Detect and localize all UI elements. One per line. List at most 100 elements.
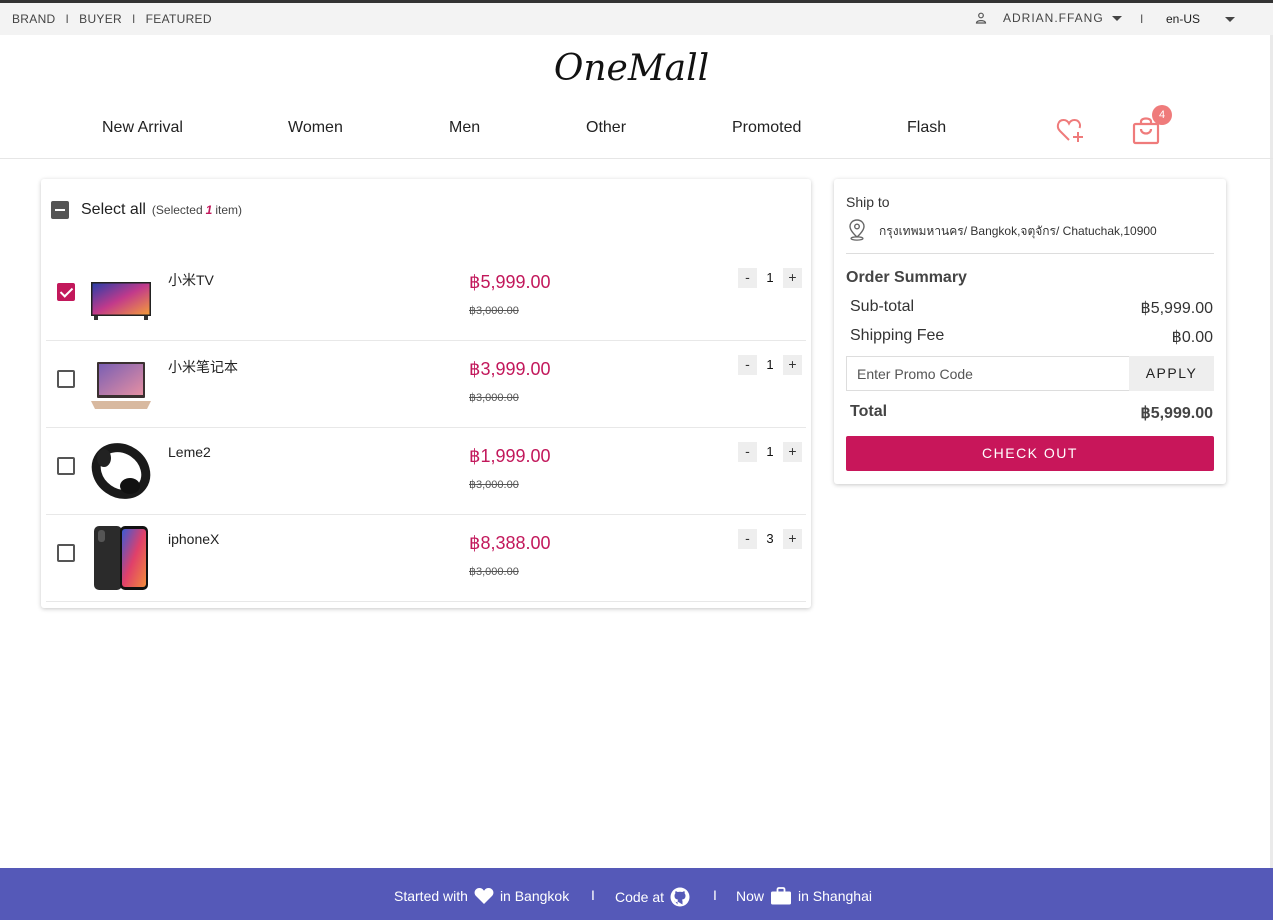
quantity-stepper: - 1 +: [738, 442, 802, 462]
selected-suffix: item): [215, 203, 242, 217]
user-menu[interactable]: ADRIAN.FFANG: [975, 11, 1122, 25]
subtotal-label: Sub-total: [850, 298, 915, 315]
selected-prefix: (Selected: [151, 203, 203, 217]
laptop-thumbnail: [91, 362, 151, 409]
site-logo[interactable]: OneMall: [0, 48, 1263, 89]
item-checkbox[interactable]: [57, 370, 75, 388]
item-name[interactable]: 小米TV: [168, 270, 214, 290]
quantity-value[interactable]: 1: [757, 268, 783, 288]
top-link-separator: I: [65, 12, 70, 26]
checkout-button[interactable]: CHECK OUT: [846, 436, 1214, 471]
footer-started-text: Started with: [394, 888, 468, 904]
footer-separator: I: [713, 887, 717, 903]
decrement-button[interactable]: -: [738, 268, 757, 288]
quantity-stepper: - 1 +: [738, 355, 802, 375]
select-all-row: Select all (Selected 1 item): [51, 201, 242, 219]
featured-link[interactable]: FEATURED: [146, 12, 212, 26]
footer-started: Started with in Bangkok: [394, 887, 569, 905]
nav-men[interactable]: Men: [449, 119, 480, 137]
footer-now-text: Now: [736, 888, 765, 904]
summary-divider: [846, 253, 1214, 254]
ship-to-label: Ship to: [846, 194, 890, 210]
header-divider: [0, 158, 1273, 159]
shipping-fee-value: ฿0.00: [1171, 329, 1213, 346]
item-checkbox[interactable]: [57, 544, 75, 562]
nav-flash[interactable]: Flash: [907, 119, 946, 137]
briefcase-icon: [771, 887, 792, 905]
order-summary-panel: Ship to กรุงเทพมหานคร/ Bangkok,จตุจักร/ …: [834, 179, 1226, 484]
item-price: ฿8,388.00: [469, 533, 551, 553]
heart-plus-icon[interactable]: [1055, 115, 1085, 145]
user-icon: [975, 12, 987, 24]
top-bar: BRAND I BUYER I FEATURED ADRIAN.FFANG I …: [0, 0, 1273, 35]
cart-item: 小米笔记本 ฿3,999.00 ฿3,000.00 - 1 +: [46, 341, 806, 428]
item-old-price: ฿3,000.00: [469, 305, 519, 317]
decrement-button[interactable]: -: [738, 442, 757, 462]
total-value: ฿5,999.00: [1140, 405, 1213, 422]
language-select[interactable]: en-US: [1166, 12, 1200, 26]
item-name[interactable]: iphoneX: [168, 531, 219, 547]
nav-other[interactable]: Other: [586, 119, 626, 137]
shipping-address[interactable]: กรุงเทพมหานคร/ Bangkok,จตุจักร/ Chatucha…: [879, 222, 1157, 241]
heart-icon: [474, 888, 494, 904]
quantity-value[interactable]: 1: [757, 442, 783, 462]
footer-code-text: Code at: [615, 889, 665, 905]
phone-thumbnail: [94, 526, 148, 590]
promo-code-row: APPLY: [846, 356, 1214, 391]
chevron-down-icon: [1111, 15, 1122, 21]
item-old-price: ฿3,000.00: [469, 566, 519, 578]
increment-button[interactable]: +: [783, 268, 802, 288]
footer-shanghai-text: in Shanghai: [798, 888, 872, 904]
shipping-fee-label: Shipping Fee: [850, 327, 945, 344]
cart-panel: Select all (Selected 1 item) 小米TV ฿5,999.0…: [41, 179, 811, 608]
quantity-stepper: - 1 +: [738, 268, 802, 288]
selected-count: 1: [205, 203, 213, 217]
headphones-thumbnail: [91, 443, 151, 499]
cart-item: Leme2 ฿1,999.00 ฿3,000.00 - 1 +: [46, 428, 806, 515]
apply-promo-button[interactable]: APPLY: [1129, 356, 1214, 391]
top-links: BRAND I BUYER I FEATURED: [12, 12, 212, 26]
order-summary-title: Order Summary: [846, 269, 967, 286]
chevron-down-icon[interactable]: [1225, 17, 1235, 22]
quantity-value[interactable]: 3: [757, 529, 783, 549]
cart-item: 小米TV ฿5,999.00 ฿3,000.00 - 1 +: [46, 254, 806, 341]
decrement-button[interactable]: -: [738, 355, 757, 375]
footer-now: Now in Shanghai: [736, 887, 872, 905]
item-checkbox[interactable]: [57, 457, 75, 475]
selected-count-text: (Selected 1 item): [152, 203, 242, 217]
location-pin-icon: [849, 219, 865, 241]
decrement-button[interactable]: -: [738, 529, 757, 549]
cart-item: iphoneX ฿8,388.00 ฿3,000.00 - 3 +: [46, 515, 806, 602]
top-link-separator: I: [132, 12, 136, 26]
item-old-price: ฿3,000.00: [469, 479, 519, 491]
item-price: ฿3,999.00: [469, 359, 551, 379]
footer-code[interactable]: Code at: [615, 887, 696, 907]
total-label: Total: [850, 403, 888, 420]
item-name[interactable]: Leme2: [168, 444, 211, 460]
brand-link[interactable]: BRAND: [12, 12, 56, 26]
item-old-price: ฿3,000.00: [469, 392, 519, 404]
increment-button[interactable]: +: [783, 355, 802, 375]
github-icon[interactable]: [670, 887, 690, 907]
topbar-separator: I: [1140, 12, 1144, 26]
username: ADRIAN.FFANG: [1003, 11, 1104, 25]
select-all-label[interactable]: Select all: [81, 201, 146, 219]
quantity-stepper: - 3 +: [738, 529, 802, 549]
increment-button[interactable]: +: [783, 442, 802, 462]
quantity-value[interactable]: 1: [757, 355, 783, 375]
footer-separator: I: [591, 887, 595, 903]
buyer-link[interactable]: BUYER: [79, 12, 122, 26]
increment-button[interactable]: +: [783, 529, 802, 549]
footer-bangkok-text: in Bangkok: [499, 888, 570, 904]
item-price: ฿1,999.00: [469, 446, 551, 466]
subtotal-value: ฿5,999.00: [1140, 300, 1213, 317]
item-checkbox[interactable]: [57, 283, 75, 301]
select-all-checkbox[interactable]: [51, 201, 69, 219]
item-name[interactable]: 小米笔记本: [168, 357, 238, 377]
item-price: ฿5,999.00: [469, 272, 551, 292]
nav-promoted[interactable]: Promoted: [732, 119, 801, 137]
promo-code-input[interactable]: [846, 356, 1129, 391]
nav-new-arrival[interactable]: New Arrival: [102, 119, 183, 137]
nav-women[interactable]: Women: [288, 119, 343, 137]
cart-count-badge: 4: [1152, 105, 1172, 125]
